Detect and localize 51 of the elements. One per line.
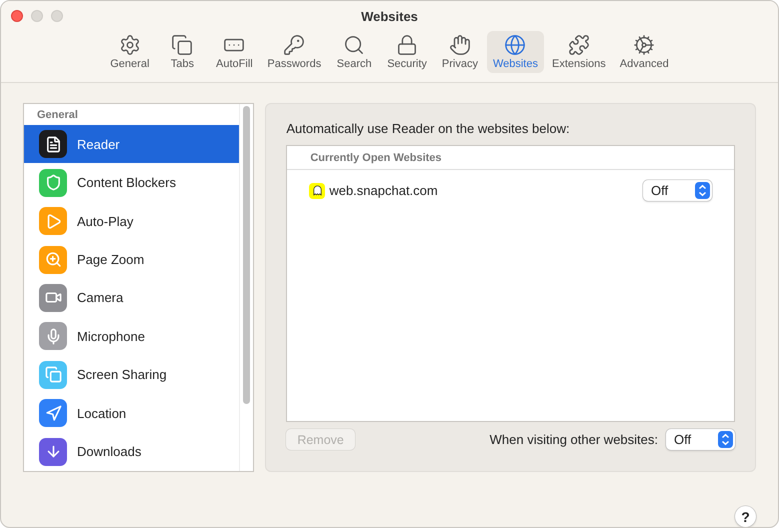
toolbar-tab[interactable]: AutoFill — [209, 31, 260, 73]
globe-icon — [504, 34, 526, 56]
play-icon — [39, 207, 67, 236]
toolbar-tab[interactable]: Extensions — [546, 31, 612, 73]
puzzle-icon — [568, 34, 590, 56]
toolbar-tab[interactable]: Websites — [486, 31, 544, 73]
toolbar-tab[interactable]: Privacy — [434, 31, 485, 73]
close-button[interactable] — [11, 10, 23, 22]
tabs-icon — [171, 34, 194, 56]
sidebar-item[interactable]: Screen Sharing — [24, 356, 240, 394]
ghost-icon — [309, 182, 326, 198]
description-text: Automatically use Reader on the websites below: — [286, 121, 571, 136]
sidebar-item[interactable]: Location — [24, 394, 240, 432]
popup-arrows-icon — [695, 182, 710, 199]
search-icon — [343, 34, 366, 56]
sidebar-item[interactable]: Downloads — [24, 432, 240, 471]
scrollbar-thumb[interactable] — [243, 106, 250, 404]
section-header: General — [36, 108, 79, 123]
shield-icon — [39, 168, 67, 197]
gear-icon — [118, 34, 141, 56]
zoom-button[interactable] — [51, 10, 63, 22]
toolbar-tab[interactable]: Passwords — [261, 31, 328, 73]
document-icon — [39, 130, 67, 158]
table-header: Currently Open Websites — [287, 146, 734, 170]
other-setting-popup[interactable]: Off — [666, 429, 735, 450]
sidebar-item[interactable]: Camera — [24, 278, 240, 318]
camera-icon — [39, 284, 67, 312]
toolbar-tab[interactable]: Tabs — [157, 31, 208, 73]
toolbar-tab[interactable]: Security — [381, 31, 433, 73]
window-title: Websites — [361, 8, 418, 24]
screens-icon — [39, 360, 67, 389]
hand-icon — [448, 34, 471, 56]
setting-popup[interactable]: Off — [643, 180, 712, 201]
help-button[interactable]: ? — [735, 506, 756, 527]
zoom-icon — [39, 246, 67, 274]
microphone-icon — [39, 322, 67, 350]
toolbar-tab[interactable]: General — [104, 31, 156, 73]
sidebar-item[interactable]: Reader — [24, 125, 240, 164]
sidebar-item[interactable]: Auto-Play — [24, 202, 240, 240]
popup-arrows-icon — [718, 431, 733, 448]
other-websites-label: When visiting other websites: — [490, 432, 658, 447]
sidebar-item[interactable]: Microphone — [24, 317, 240, 356]
website-name: web.snapchat.com — [329, 183, 439, 198]
sidebar-item[interactable]: Content Blockers — [24, 163, 240, 202]
lock-icon — [396, 34, 418, 56]
sidebar-item[interactable]: Page Zoom — [24, 240, 240, 279]
key-icon — [283, 34, 306, 56]
download-icon — [39, 438, 67, 466]
toolbar-tab[interactable]: Advanced — [614, 31, 675, 73]
minimize-button[interactable] — [31, 10, 43, 22]
toolbar-tab[interactable]: Search — [329, 31, 380, 73]
